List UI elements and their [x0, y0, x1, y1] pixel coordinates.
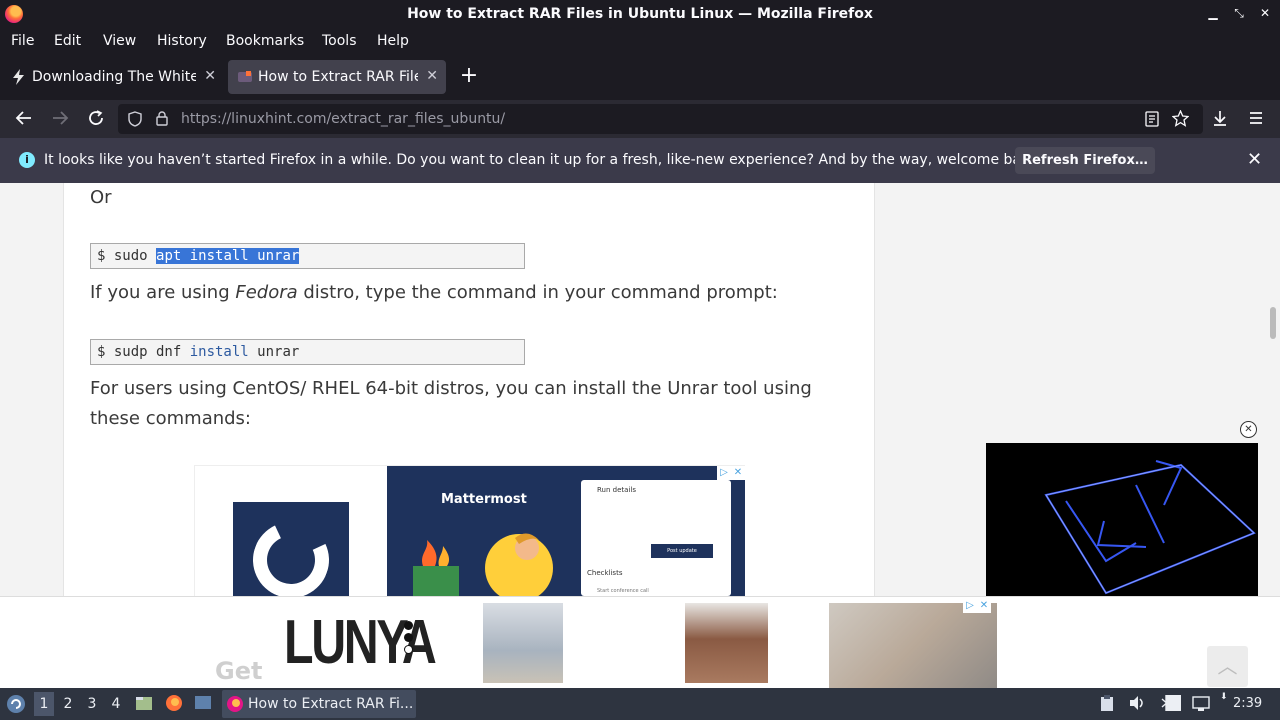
workspace-4[interactable]: 4: [106, 696, 126, 712]
card-checklist-line: Start conference call: [597, 588, 649, 594]
menu-tools[interactable]: Tools: [322, 33, 357, 49]
scroll-to-top-button[interactable]: ︿: [1207, 646, 1248, 687]
reload-icon[interactable]: [86, 109, 106, 129]
mattermost-brand: Mattermost: [441, 492, 527, 507]
faded-heading: Get: [215, 657, 263, 685]
post-update-button: Post update: [651, 544, 713, 558]
tracking-shield-icon[interactable]: [128, 111, 142, 131]
bottom-sticky-ad: LUNYA ▷ ✕ Get ︿: [0, 596, 1280, 688]
minimize-button[interactable]: ▁: [1208, 6, 1218, 21]
notification-message: It looks like you haven’t started Firefo…: [44, 152, 1043, 168]
tab-extract-rar[interactable]: How to Extract RAR Files ✕: [228, 60, 446, 94]
firefox-icon: [227, 696, 243, 712]
ad-close-icon[interactable]: ✕: [731, 466, 745, 480]
menu-file[interactable]: File: [11, 33, 34, 49]
close-window-button[interactable]: ✕: [1260, 6, 1270, 21]
menu-help[interactable]: Help: [377, 33, 409, 49]
menu-edit[interactable]: Edit: [54, 33, 81, 49]
selected-code: apt install unrar: [156, 248, 300, 264]
navigation-toolbar: https://linuxhint.com/extract_rar_files_…: [0, 100, 1280, 138]
reader-view-icon[interactable]: [1145, 111, 1159, 131]
start-menu-icon[interactable]: [6, 694, 26, 718]
info-icon: i: [19, 152, 35, 168]
page-scrollbar-thumb[interactable]: [1270, 307, 1276, 339]
adchoices-icon[interactable]: ▷: [717, 466, 731, 480]
menu-view[interactable]: View: [103, 33, 136, 49]
close-notification-icon[interactable]: ✕: [1247, 149, 1262, 170]
window-title: How to Extract RAR Files in Ubuntu Linux…: [407, 6, 873, 22]
file-manager-icon[interactable]: [135, 694, 153, 716]
window-titlebar: How to Extract RAR Files in Ubuntu Linux…: [0, 0, 1280, 29]
code-block-dnf[interactable]: $ sudp dnf install unrar: [90, 339, 525, 365]
tab-strip: Downloading The White H ✕ How to Extract…: [0, 54, 1280, 100]
linuxhint-favicon-icon: [238, 71, 252, 82]
para-text: distro, type the command in your command…: [297, 282, 778, 303]
forward-icon[interactable]: [50, 109, 70, 129]
bolt-icon: [13, 69, 24, 85]
ad-close-icon[interactable]: ✕: [977, 599, 991, 613]
dumpster-fire-illustration-icon: [413, 533, 553, 596]
video-ad[interactable]: [986, 443, 1258, 596]
code-suffix: unrar: [248, 344, 300, 360]
centos-paragraph: For users using CentOS/ RHEL 64-bit dist…: [90, 378, 812, 429]
carousel-dots[interactable]: [404, 621, 413, 657]
downloads-icon[interactable]: [1210, 109, 1230, 129]
maximize-button[interactable]: ⤡: [1234, 6, 1244, 21]
run-details-card: Run details Post update Checklists Start…: [581, 480, 731, 596]
workspace-3[interactable]: 3: [82, 696, 102, 712]
mattermost-banner[interactable]: Mattermost Run details Post update Check…: [387, 466, 745, 596]
fedora-emphasis: Fedora: [235, 282, 298, 303]
code-block-apt[interactable]: $ sudo apt install unrar: [90, 243, 525, 269]
notes-icon[interactable]: [1165, 694, 1182, 716]
tab-downloading[interactable]: Downloading The White H ✕: [2, 60, 224, 94]
notification-bar: i It looks like you haven’t started Fire…: [0, 138, 1280, 183]
url-bar[interactable]: https://linuxhint.com/extract_rar_files_…: [118, 104, 1203, 134]
card-title: Run details: [597, 486, 636, 494]
network-icon[interactable]: [1192, 694, 1210, 716]
workspace-1[interactable]: 1: [34, 692, 54, 716]
product-photo[interactable]: [829, 603, 997, 688]
close-tab-icon[interactable]: ✕: [426, 68, 438, 84]
code-prefix: $ sudo: [97, 248, 157, 264]
lunya-ad[interactable]: LUNYA ▷ ✕: [270, 599, 997, 688]
back-icon[interactable]: [14, 109, 34, 129]
code-prefix: $ sudp dnf: [97, 344, 190, 360]
new-tab-button[interactable]: +: [459, 63, 479, 91]
video-close-icon[interactable]: ✕: [1240, 421, 1257, 438]
desktop-icon[interactable]: [194, 694, 212, 716]
clock: 2:39: [1233, 696, 1263, 711]
tab-label: Downloading The White H: [32, 69, 196, 85]
refresh-firefox-button[interactable]: Refresh Firefox…: [1015, 147, 1155, 174]
volume-icon[interactable]: [1128, 694, 1146, 716]
card-checklists: Checklists: [587, 569, 623, 577]
url-path: /extract_rar_files_ubuntu/: [326, 111, 506, 127]
hamburger-menu-icon[interactable]: [1246, 109, 1266, 129]
tab-label: How to Extract RAR Files: [258, 69, 418, 85]
menu-bar: File Edit View History Bookmarks Tools H…: [0, 29, 1280, 54]
bookmark-star-icon[interactable]: [1171, 109, 1190, 131]
para-text: If you are using: [90, 282, 236, 303]
taskbar-firefox-window[interactable]: How to Extract RAR Fi...: [222, 690, 416, 718]
web-page: Or $ sudo apt install unrar If you are u…: [0, 183, 1280, 688]
system-taskbar: 1 2 3 4 How to Extract RAR Fi... ⬇ 2:39: [0, 688, 1280, 720]
menu-bookmarks[interactable]: Bookmarks: [226, 33, 304, 49]
firefox-launcher-icon[interactable]: [165, 694, 183, 716]
product-photo[interactable]: [685, 603, 768, 683]
lock-icon[interactable]: [156, 111, 168, 130]
adchoices-icon[interactable]: ▷: [963, 599, 977, 613]
neon-shape-video-frame: [1044, 460, 1256, 595]
url-text[interactable]: https://linuxhint.com/extract_rar_files_…: [181, 111, 505, 127]
url-host: https://linuxhint.com: [181, 111, 327, 127]
fedora-paragraph: If you are using Fedora distro, type the…: [90, 278, 778, 308]
or-text: Or: [90, 187, 112, 208]
code-keyword: install: [189, 344, 249, 360]
close-tab-icon[interactable]: ✕: [204, 68, 216, 84]
clipboard-icon[interactable]: [1100, 695, 1114, 716]
workspace-2[interactable]: 2: [58, 696, 78, 712]
taskbar-window-label: How to Extract RAR Fi...: [248, 696, 414, 712]
product-photo[interactable]: [483, 603, 563, 683]
update-indicator-icon[interactable]: ⬇: [1220, 692, 1228, 702]
menu-history[interactable]: History: [157, 33, 207, 49]
